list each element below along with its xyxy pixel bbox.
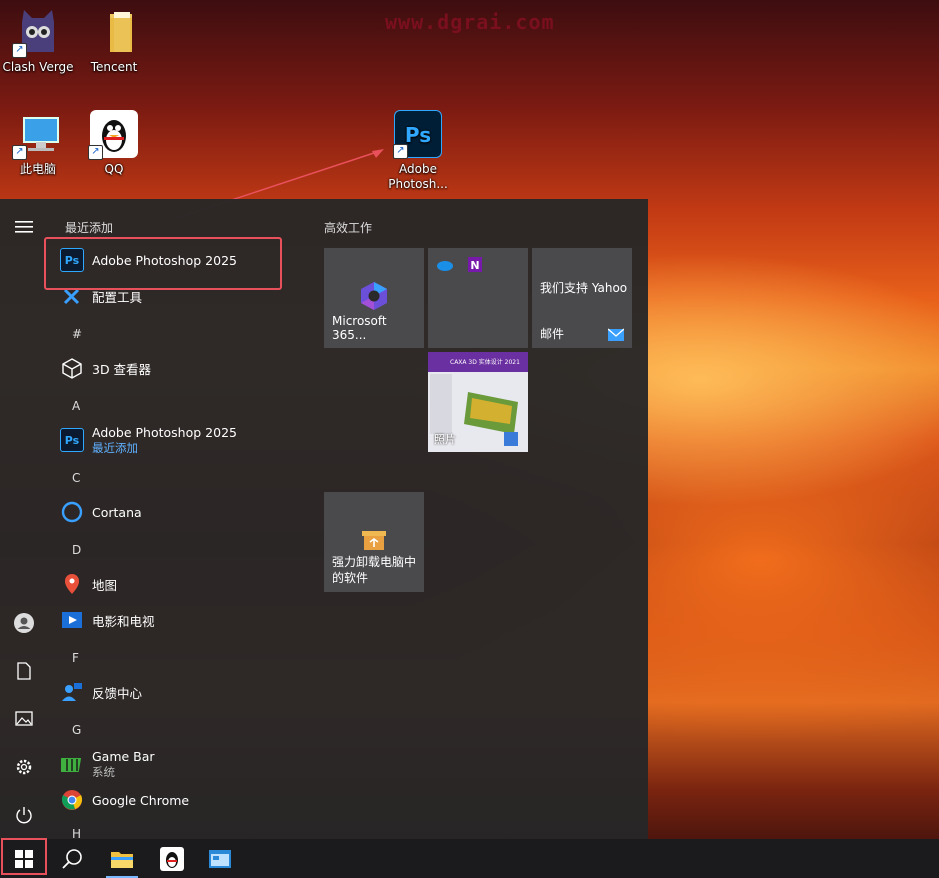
app-sublabel-system: 系统	[92, 764, 115, 779]
start-rail	[0, 199, 48, 839]
power-button[interactable]	[0, 795, 48, 835]
tile-label: 强力卸载电脑中的软件	[332, 555, 417, 585]
qq-penguin-icon	[160, 846, 184, 871]
app-list: 最近添加 Ps Adobe Photoshop 2025 配置工具 # 3D 查…	[48, 199, 300, 841]
desktop-icon-label: 此电脑	[19, 162, 56, 176]
highlight-box	[44, 237, 282, 290]
settings-button[interactable]	[0, 747, 48, 787]
desktop-icon-label: Clash Verge	[2, 60, 74, 74]
cat-icon: ↗	[12, 8, 62, 58]
desktop-icon-tencent[interactable]: Tencent	[76, 8, 152, 75]
shortcut-arrow-icon: ↗	[88, 145, 103, 160]
app-label: Google Chrome	[92, 792, 190, 808]
document-icon	[17, 662, 31, 680]
computer-icon: ↗	[12, 110, 62, 160]
app-label: 3D 查看器	[92, 361, 152, 377]
tile-label: 照片	[434, 433, 456, 446]
m365-icon	[361, 282, 387, 310]
app-item-3d-viewer[interactable]: 3D 查看器	[60, 351, 151, 385]
app-item-movies-tv[interactable]: 电影和电视	[60, 603, 155, 637]
app-label: Cortana	[92, 504, 142, 520]
tile-label: 邮件	[540, 327, 565, 341]
group-letter-d[interactable]: D	[72, 543, 81, 557]
group-letter-hash[interactable]: #	[72, 327, 82, 341]
app-item-game-bar[interactable]: Game Bar 系统	[60, 745, 155, 783]
svg-text:Ps: Ps	[405, 123, 431, 147]
power-icon	[16, 807, 32, 824]
cortana-ring-icon	[60, 500, 84, 524]
desktop-icon-photoshop[interactable]: Ps ↗ Adobe Photosh...	[380, 110, 456, 192]
app-sublabel-recent: 最近添加	[92, 440, 138, 455]
xbox-game-bar-icon	[60, 752, 84, 776]
app-item-feedback-hub[interactable]: 反馈中心	[60, 675, 142, 709]
photoshop-icon: Ps ↗	[393, 110, 442, 159]
user-avatar-icon	[14, 613, 34, 633]
desktop-icon-qq[interactable]: ↗ QQ	[76, 110, 152, 177]
tile-onedrive-onenote[interactable]: N	[428, 248, 528, 348]
folder-icon	[111, 851, 133, 868]
recent-header: 最近添加	[65, 221, 114, 235]
qq-penguin-icon: ↗	[88, 110, 138, 160]
film-play-icon	[60, 608, 84, 632]
search-button[interactable]	[48, 839, 96, 878]
pictures-button[interactable]	[0, 699, 48, 739]
start-button-highlight	[1, 838, 47, 875]
watermark: www.dgrai.com	[385, 10, 555, 34]
preview-titlebar: CAXA 3D 实体设计 2021	[428, 352, 528, 372]
taskbar-file-explorer[interactable]	[98, 839, 146, 878]
chrome-icon	[60, 788, 84, 812]
group-letter-f[interactable]: F	[72, 651, 79, 665]
mail-icon	[608, 328, 624, 341]
cube-icon	[60, 356, 84, 380]
app-label: Adobe Photoshop 2025	[92, 424, 237, 440]
group-letter-c[interactable]: C	[72, 471, 80, 485]
app-item-cortana[interactable]: Cortana	[60, 495, 142, 529]
preview-title: CAXA 3D 实体设计 2021	[450, 359, 520, 366]
start-menu: 最近添加 Ps Adobe Photoshop 2025 配置工具 # 3D 查…	[0, 199, 648, 841]
taskbar-app[interactable]	[196, 839, 244, 878]
expand-menu-button[interactable]	[0, 207, 48, 247]
onedrive-onenote-icon: N	[437, 257, 482, 272]
tile-mail[interactable]: 我们支持 Yahoo 邮件	[532, 248, 632, 348]
app-label: 反馈中心	[92, 685, 143, 701]
app-label: Game Bar	[92, 748, 155, 764]
app-label: 地图	[92, 577, 118, 593]
desktop-icon-this-pc[interactable]: ↗ 此电脑	[0, 110, 76, 177]
desktop-icon-label: Tencent	[90, 60, 138, 74]
tile-uninstaller[interactable]: 强力卸载电脑中的软件	[324, 492, 424, 592]
uninstall-box-icon	[362, 531, 386, 550]
desktop-icon-clash-verge[interactable]: ↗ Clash Verge	[0, 8, 76, 75]
shortcut-arrow-icon: ↗	[393, 144, 408, 159]
search-icon	[62, 848, 82, 869]
tile-photos[interactable]: CAXA 3D 实体设计 2021 照片	[428, 352, 528, 452]
app-item-photoshop[interactable]: Ps Adobe Photoshop 2025 最近添加	[60, 421, 237, 459]
photoshop-icon: Ps	[60, 428, 84, 452]
group-letter-g[interactable]: G	[72, 723, 81, 737]
tile-microsoft-365[interactable]: Microsoft 365...	[324, 248, 424, 348]
shortcut-arrow-icon: ↗	[12, 145, 27, 160]
hamburger-icon	[15, 221, 33, 233]
app-item-google-chrome[interactable]: Google Chrome	[60, 783, 189, 817]
tile-headline: 我们支持 Yahoo	[540, 281, 628, 295]
map-pin-icon	[60, 572, 84, 596]
picture-icon	[15, 711, 33, 726]
app-item-maps[interactable]: 地图	[60, 567, 117, 601]
taskbar	[0, 839, 939, 878]
group-letter-a[interactable]: A	[72, 399, 80, 413]
tile-label: Microsoft 365...	[332, 314, 387, 342]
app-label: 电影和电视	[92, 613, 155, 629]
shortcut-arrow-icon: ↗	[12, 43, 27, 58]
taskbar-qq[interactable]	[148, 839, 196, 878]
window-app-icon	[209, 849, 231, 868]
svg-text:N: N	[470, 259, 479, 272]
folder-icon	[90, 8, 138, 56]
documents-button[interactable]	[0, 651, 48, 691]
tile-area: 高效工作 Microsoft 365... N 我们支持 Yahoo 邮件 CA…	[324, 199, 644, 839]
desktop-icon-label: QQ	[104, 162, 124, 176]
feedback-person-icon	[60, 680, 84, 704]
desktop-icon-label: Adobe Photosh...	[388, 162, 448, 191]
gear-icon	[16, 759, 32, 775]
user-account-button[interactable]	[0, 603, 48, 643]
tiles-header: 高效工作	[324, 221, 373, 235]
